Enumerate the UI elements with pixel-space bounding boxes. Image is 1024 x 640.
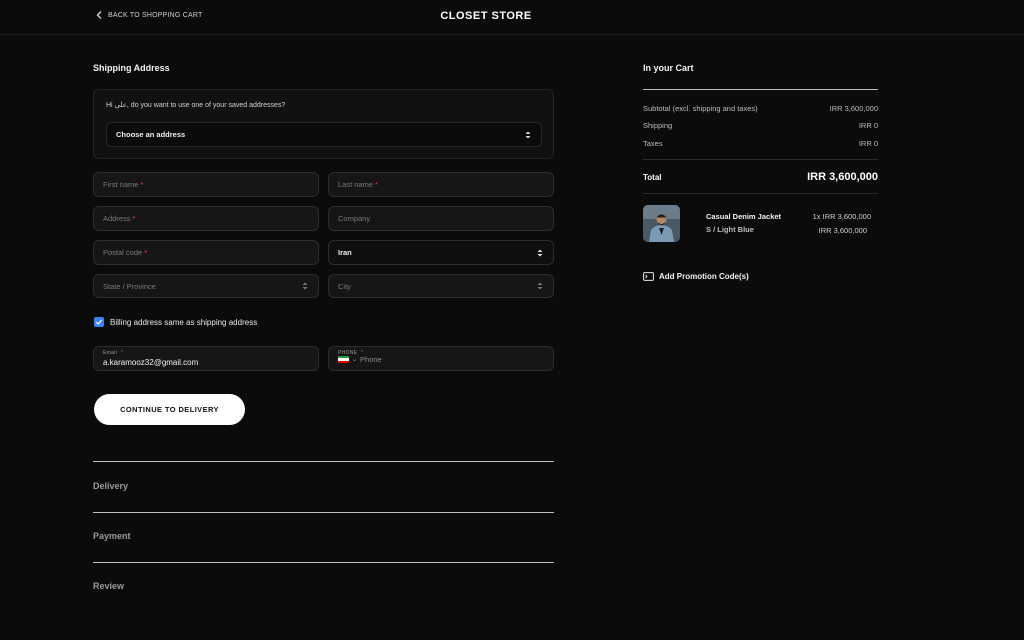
shipping-row: Shipping IRR 0 — [643, 121, 878, 130]
address-placeholder: Address — [103, 214, 131, 223]
phone-input-row: ⌄ Phone — [338, 355, 382, 364]
address-field[interactable]: Address * — [93, 206, 319, 231]
saved-address-select-value: Choose an address — [116, 130, 186, 139]
city-select-value: City — [338, 281, 351, 291]
subtotal-row: Subtotal (excl. shipping and taxes) IRR … — [643, 104, 878, 113]
country-select[interactable]: Iran — [328, 240, 554, 265]
first-name-field[interactable]: First name * — [93, 172, 319, 197]
product-photo-icon — [643, 205, 680, 242]
divider — [643, 193, 878, 194]
city-select[interactable]: City — [328, 274, 554, 298]
state-select[interactable]: State / Province — [93, 274, 319, 298]
email-field[interactable]: Email * a.karamooz32@gmail.com — [93, 346, 319, 371]
checkbox-checked[interactable] — [94, 317, 104, 327]
taxes-row: Taxes IRR 0 — [643, 139, 878, 148]
updown-arrows-icon — [525, 130, 531, 139]
divider — [643, 89, 878, 90]
saved-addresses-box: Hi علی, do you want to use one of your s… — [93, 89, 554, 159]
required-mark: * — [375, 180, 378, 189]
last-name-placeholder: Last name — [338, 180, 374, 189]
chevron-down-icon[interactable]: ⌄ — [352, 356, 357, 363]
email-label-text: Email — [103, 350, 118, 356]
phone-placeholder: Phone — [360, 355, 382, 364]
divider — [643, 159, 878, 160]
first-name-placeholder: First name — [103, 180, 139, 189]
product-name[interactable]: Casual Denim Jacket — [706, 212, 781, 221]
subtotal-label: Subtotal (excl. shipping and taxes) — [643, 104, 758, 113]
postal-code-field[interactable]: Postal code * — [93, 240, 319, 265]
divider — [93, 461, 554, 462]
product-variant: S / Light Blue — [706, 225, 754, 234]
email-label: Email * — [103, 350, 123, 356]
email-value: a.karamooz32@gmail.com — [103, 358, 199, 367]
saved-address-select[interactable]: Choose an address — [106, 122, 542, 147]
ticket-icon — [643, 272, 654, 281]
cart-title: In your Cart — [643, 63, 694, 73]
product-line-total: IRR 3,600,000 — [818, 226, 867, 235]
company-field[interactable]: Company — [328, 206, 554, 231]
continue-to-delivery-button[interactable]: CONTINUE TO DELIVERY — [94, 394, 245, 425]
required-mark: * — [144, 248, 148, 257]
required-mark: * — [140, 180, 144, 189]
shipping-value: IRR 0 — [858, 121, 878, 130]
step-review[interactable]: Review — [93, 581, 124, 591]
updown-arrows-icon — [537, 282, 543, 291]
taxes-value: IRR 0 — [858, 139, 878, 148]
phone-field[interactable]: PHONE * ⌄ Phone — [328, 346, 554, 371]
top-bar: BACK TO SHOPPING CART CLOSET STORE — [0, 0, 1024, 35]
billing-same-label: Billing address same as shipping address — [110, 317, 258, 327]
saved-addresses-hint: Hi علی, do you want to use one of your s… — [106, 102, 286, 109]
total-value: IRR 3,600,000 — [807, 171, 878, 183]
updown-arrows-icon — [537, 248, 543, 257]
product-thumbnail[interactable] — [643, 205, 680, 242]
add-promotion-code-label: Add Promotion Code(s) — [659, 272, 749, 281]
billing-same-checkbox[interactable]: Billing address same as shipping address — [94, 317, 257, 327]
total-row: Total IRR 3,600,000 — [643, 171, 878, 183]
divider — [93, 562, 554, 563]
company-placeholder: Company — [338, 214, 371, 223]
step-delivery[interactable]: Delivery — [93, 481, 128, 491]
taxes-label: Taxes — [643, 139, 663, 148]
store-title: CLOSET STORE — [440, 10, 532, 22]
step-payment[interactable]: Payment — [93, 531, 131, 541]
add-promotion-code-button[interactable]: Add Promotion Code(s) — [643, 272, 749, 281]
iran-flag-icon[interactable] — [338, 356, 349, 363]
required-mark: * — [132, 214, 136, 223]
check-icon — [95, 319, 103, 325]
shipping-label: Shipping — [643, 121, 673, 130]
last-name-field[interactable]: Last name * — [328, 172, 554, 197]
total-label: Total — [643, 172, 662, 182]
updown-arrows-icon — [302, 282, 308, 291]
postal-code-placeholder: Postal code — [103, 248, 143, 257]
subtotal-value: IRR 3,600,000 — [829, 104, 878, 113]
product-quantity-price: 1x IRR 3,600,000 — [812, 212, 871, 221]
state-select-value: State / Province — [103, 281, 156, 291]
country-select-value: Iran — [338, 248, 352, 257]
divider — [93, 512, 554, 513]
required-mark: * — [120, 350, 123, 356]
shipping-address-title: Shipping Address — [93, 63, 170, 73]
